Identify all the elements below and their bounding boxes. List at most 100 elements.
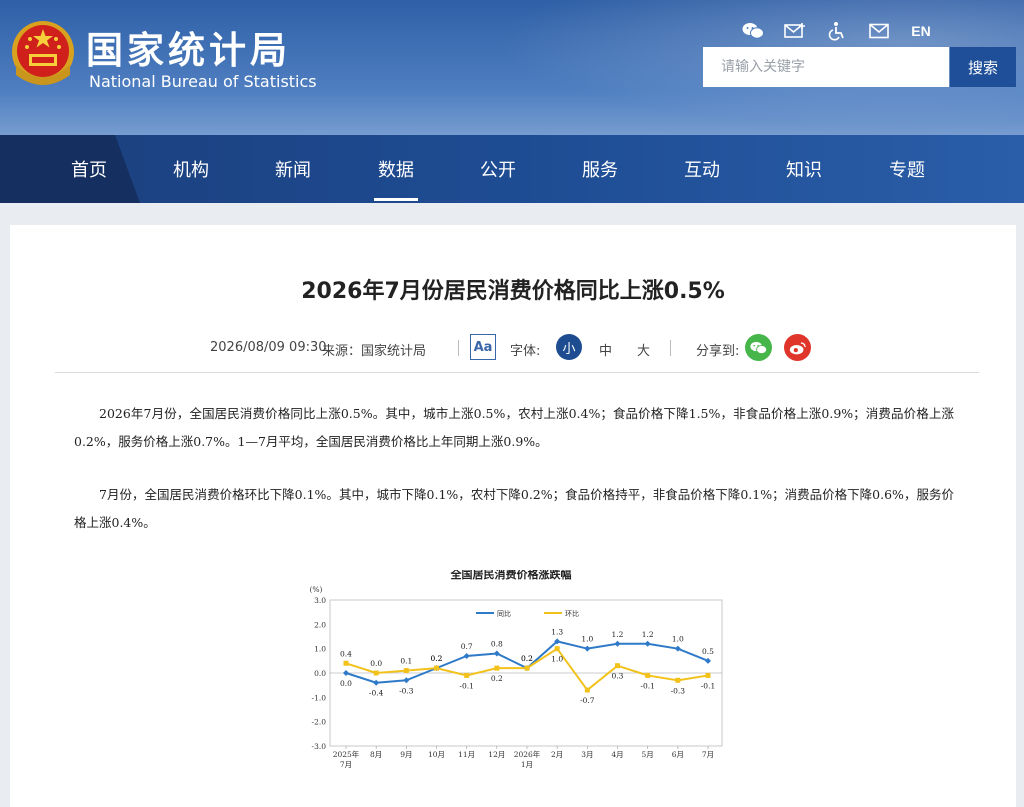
chart-xtick-label: 12月 <box>488 750 505 759</box>
chart-data-label: 0.5 <box>702 647 714 656</box>
publish-date: 2026/08/09 09:30 <box>210 340 327 355</box>
chart-data-label: 0.2 <box>491 674 503 683</box>
chart-data-label: 1.0 <box>581 635 593 644</box>
chart-xtick-label: 2025年 <box>333 749 360 759</box>
chart-xtick-label: 3月 <box>581 750 593 759</box>
font-label: 字体: <box>510 344 541 359</box>
font-size-small-button[interactable]: 小 <box>556 334 582 360</box>
font-size-icon[interactable]: Aa <box>470 334 496 360</box>
chart-data-label: -0.4 <box>369 689 384 698</box>
chart-point <box>674 645 681 652</box>
chart-data-label: -0.3 <box>399 686 414 695</box>
chart-ytick-label: -2.0 <box>312 718 327 727</box>
chart-data-label: -0.7 <box>580 696 595 705</box>
chart-data-label: 1.0 <box>672 635 684 644</box>
chart-ytick-label: 0.0 <box>314 669 326 678</box>
chart-point <box>373 670 379 676</box>
chart-data-label: 0.0 <box>370 659 382 668</box>
chart-data-label: 0.3 <box>612 672 624 681</box>
chart-point <box>584 645 591 652</box>
chart-data-label: 1.3 <box>551 627 563 636</box>
nav-item-disclosure[interactable]: 公开 <box>453 135 543 203</box>
national-emblem-icon[interactable] <box>10 19 76 89</box>
accessibility-icon[interactable] <box>816 20 858 42</box>
chart-ylabel: (%) <box>310 585 323 594</box>
site-name-cn[interactable]: 国家统计局 <box>86 20 291 74</box>
chart-point <box>494 665 500 671</box>
nav-item-data[interactable]: 数据 <box>351 135 441 203</box>
share-wechat-icon[interactable] <box>745 334 772 361</box>
chart-data-label: 0.1 <box>400 657 412 666</box>
chart-xtick-label: 7月 <box>340 760 352 769</box>
chart-xtick-label: 2026年 <box>514 749 541 759</box>
font-size-large-button[interactable]: 大 <box>637 340 650 359</box>
chart-point <box>614 640 621 647</box>
share-weibo-icon[interactable] <box>784 334 811 361</box>
mail-plus-icon[interactable] <box>774 20 816 42</box>
article-card: 2026年7月份居民消费价格同比上涨0.5% 2026/08/09 09:30 … <box>10 225 1016 807</box>
nav-item-news[interactable]: 新闻 <box>248 135 338 203</box>
chart-title: 全国居民消费价格涨跌幅 <box>450 570 572 581</box>
chart-data-label: -0.1 <box>701 681 715 690</box>
chart-ytick-label: -1.0 <box>312 693 327 702</box>
nav-item-interaction[interactable]: 互动 <box>657 135 747 203</box>
chart-point <box>464 672 470 678</box>
chart-point <box>584 687 590 693</box>
chart-point <box>645 672 651 678</box>
nav-item-home[interactable]: 首页 <box>44 135 134 203</box>
chart-xtick-label: 5月 <box>642 750 654 759</box>
chart-point <box>343 670 349 676</box>
article-paragraph: 7月份，全国居民消费价格环比下降0.1%。其中，城市下降0.1%，农村下降0.2… <box>74 487 954 530</box>
chart-ytick-label: 3.0 <box>314 596 326 605</box>
nav-item-institutions[interactable]: 机构 <box>146 135 236 203</box>
chart-xtick-label: 9月 <box>400 750 412 759</box>
chart-xtick-label: 7月 <box>702 750 714 759</box>
chart-point <box>403 677 410 684</box>
article-title: 2026年7月份居民消费价格同比上涨0.5% <box>301 279 725 304</box>
chart-point <box>373 679 380 686</box>
chart-data-label: 0.2 <box>431 654 443 663</box>
nav-item-topics[interactable]: 专题 <box>862 135 952 203</box>
chart-data-label: -0.3 <box>671 686 686 695</box>
chart-xtick-label: 1月 <box>521 760 533 769</box>
chart-point <box>434 665 439 671</box>
font-size-medium-button[interactable]: 中 <box>599 340 612 359</box>
chart-point <box>403 668 409 674</box>
chart-xtick-label: 2月 <box>551 750 563 759</box>
cpi-line-chart: 全国居民消费价格涨跌幅 (%) 3.0 2.0 1.0 0.0 -1.0 -2.0 -3.0 20… <box>310 570 723 769</box>
chart-point <box>615 663 620 669</box>
chart-xtick-label: 11月 <box>458 750 475 759</box>
chart-data-label: 0.7 <box>461 642 473 651</box>
chart-legend-label: 同比 <box>497 609 511 618</box>
chart-point <box>675 677 681 683</box>
mail-icon[interactable] <box>858 20 900 42</box>
search-button[interactable]: 搜索 <box>950 47 1016 87</box>
meta-divider <box>55 372 979 373</box>
english-version-link[interactable]: EN <box>900 20 942 42</box>
wechat-icon[interactable] <box>732 20 774 42</box>
nav-item-services[interactable]: 服务 <box>555 135 645 203</box>
chart-point <box>463 652 470 659</box>
chart-point <box>705 657 711 664</box>
site-name-en[interactable]: National Bureau of Statistics <box>89 72 317 91</box>
chart-xtick-label: 6月 <box>672 750 684 759</box>
chart-ytick-label: 2.0 <box>314 620 326 629</box>
article-meta: 2026/08/09 09:30 来源：国家统计局 Aa 字体: 小 中 大 分… <box>10 334 1016 362</box>
chart-ytick-label: -3.0 <box>312 742 327 751</box>
chart-data-label: 0.0 <box>340 679 352 688</box>
chart-xtick-label: 10月 <box>428 750 445 759</box>
search-input[interactable] <box>703 47 949 87</box>
chart-data-label: 1.0 <box>551 655 563 664</box>
nav-item-knowledge[interactable]: 知识 <box>759 135 849 203</box>
main-nav: 首页 机构 新闻 数据 公开 服务 互动 知识 专题 <box>0 135 1024 203</box>
chart-data-label: 1.2 <box>612 630 624 639</box>
chart-point <box>554 646 560 652</box>
chart-xtick-label: 4月 <box>611 750 623 759</box>
chart-xtick-label: 8月 <box>370 750 382 759</box>
chart-data-label: 0.8 <box>491 640 503 649</box>
chart-data-label: 0.4 <box>340 649 352 658</box>
chart-point <box>644 640 651 647</box>
chart-legend-label: 环比 <box>565 609 579 618</box>
header-tools: EN <box>732 20 942 42</box>
chart-point <box>343 660 349 666</box>
